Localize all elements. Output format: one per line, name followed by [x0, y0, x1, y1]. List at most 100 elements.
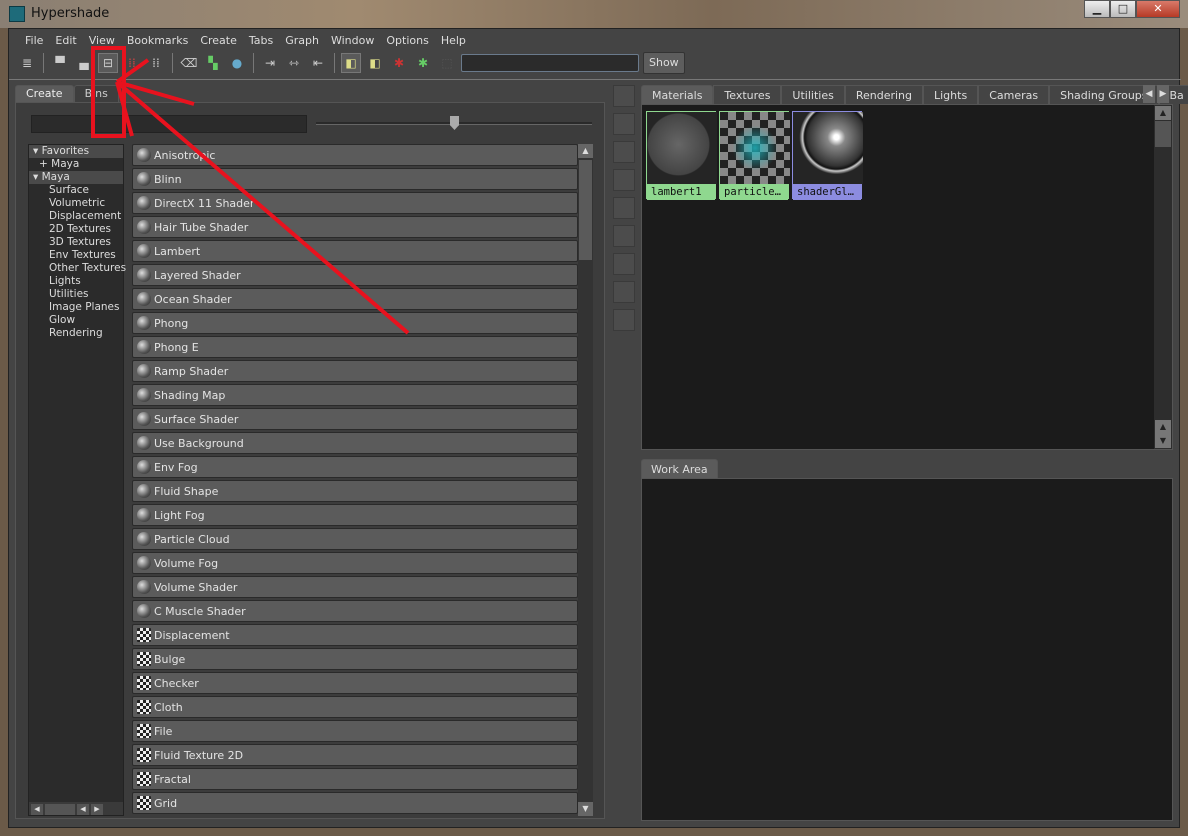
- node-button[interactable]: Bulge: [132, 648, 578, 670]
- node-button[interactable]: Fluid Texture 2D: [132, 744, 578, 766]
- node-button[interactable]: Displacement: [132, 624, 578, 646]
- node-button[interactable]: C Muscle Shader: [132, 600, 578, 622]
- tab-scroll-left-icon[interactable]: ◀: [1143, 85, 1155, 103]
- node-button[interactable]: DirectX 11 Shader: [132, 192, 578, 214]
- node-button[interactable]: Light Fog: [132, 504, 578, 526]
- menu-graph[interactable]: Graph: [279, 34, 325, 48]
- tree-item[interactable]: Glow: [29, 314, 123, 327]
- filter-input[interactable]: [31, 115, 307, 133]
- panel-icon[interactable]: [613, 85, 635, 107]
- menu-view[interactable]: View: [83, 34, 121, 48]
- node-button[interactable]: Ocean Shader: [132, 288, 578, 310]
- node-button[interactable]: Layered Shader: [132, 264, 578, 286]
- node-button[interactable]: File: [132, 720, 578, 742]
- node-search-field[interactable]: [461, 54, 639, 72]
- node-button[interactable]: Phong: [132, 312, 578, 334]
- toggle-swatch-icon[interactable]: ◧: [341, 53, 361, 73]
- scroll-up-arrow[interactable]: ▲: [1155, 106, 1171, 120]
- sort-icon[interactable]: [613, 169, 635, 191]
- tree-item[interactable]: Env Textures: [29, 249, 123, 262]
- outliner-icon[interactable]: ≣: [17, 53, 37, 73]
- input-output-connections-icon[interactable]: ⇿: [284, 53, 304, 73]
- show-button[interactable]: Show: [643, 52, 685, 74]
- node-button[interactable]: Volume Shader: [132, 576, 578, 598]
- tab-create[interactable]: Create: [15, 85, 74, 102]
- menu-tabs[interactable]: Tabs: [243, 34, 279, 48]
- sort-icon[interactable]: [613, 253, 635, 275]
- icon-size-slider[interactable]: [316, 116, 592, 130]
- tree-item[interactable]: Utilities: [29, 288, 123, 301]
- tab-bins[interactable]: Bins: [73, 85, 119, 102]
- menu-help[interactable]: Help: [435, 34, 472, 48]
- scroll-down-arrow[interactable]: ▼: [1155, 434, 1171, 448]
- node-button[interactable]: Lambert: [132, 240, 578, 262]
- output-connections-icon[interactable]: ⇤: [308, 53, 328, 73]
- node-list-scrollbar[interactable]: ▲ ▼: [578, 144, 593, 816]
- input-connections-icon[interactable]: ⇥: [260, 53, 280, 73]
- tree-item[interactable]: 2D Textures: [29, 223, 123, 236]
- material-swatch[interactable]: lambert1: [646, 111, 717, 200]
- tree-item[interactable]: 3D Textures: [29, 236, 123, 249]
- frame-selected-icon[interactable]: ⬚: [437, 53, 457, 73]
- menu-bookmarks[interactable]: Bookmarks: [121, 34, 194, 48]
- tree-item[interactable]: Lights: [29, 275, 123, 288]
- menu-file[interactable]: File: [19, 34, 49, 48]
- scroll-up-arrow[interactable]: ▲: [578, 144, 593, 158]
- tab-textures[interactable]: Textures: [713, 85, 782, 104]
- node-button[interactable]: Use Background: [132, 432, 578, 454]
- node-button[interactable]: Fluid Shape: [132, 480, 578, 502]
- slider-handle[interactable]: [450, 116, 459, 130]
- scroll-thumb[interactable]: [579, 160, 592, 260]
- tree-item[interactable]: ▾ Favorites: [29, 145, 123, 158]
- tab-lights[interactable]: Lights: [923, 85, 979, 104]
- material-swatch[interactable]: particle…: [719, 111, 790, 200]
- tree-item[interactable]: Other Textures: [29, 262, 126, 275]
- previous-graph-icon[interactable]: ⁞⁞: [122, 53, 142, 73]
- panel-icon[interactable]: [613, 225, 635, 247]
- tab-scroll-right-icon[interactable]: ▶: [1157, 85, 1169, 103]
- node-button[interactable]: Checker: [132, 672, 578, 694]
- clear-graph-icon[interactable]: ⌫: [179, 53, 199, 73]
- sort-icon[interactable]: [613, 309, 635, 331]
- simple-view-icon[interactable]: ◧: [365, 53, 385, 73]
- scroll-down-arrow[interactable]: ▼: [578, 802, 593, 816]
- next-graph-icon[interactable]: ⁞⁞: [146, 53, 166, 73]
- tree-item[interactable]: Rendering: [29, 327, 123, 340]
- tree-item[interactable]: + Maya: [29, 158, 123, 171]
- menu-edit[interactable]: Edit: [49, 34, 82, 48]
- tree-item[interactable]: ▾ Maya: [29, 171, 123, 184]
- work-area[interactable]: [641, 478, 1173, 821]
- tree-item[interactable]: Volumetric: [29, 197, 123, 210]
- node-button[interactable]: Shading Map: [132, 384, 578, 406]
- panel-icon[interactable]: [613, 197, 635, 219]
- menu-create[interactable]: Create: [194, 34, 243, 48]
- sort-icon[interactable]: [613, 141, 635, 163]
- maximize-button[interactable]: □: [1110, 0, 1136, 18]
- node-button[interactable]: Particle Cloud: [132, 528, 578, 550]
- menu-window[interactable]: Window: [325, 34, 380, 48]
- tab-cameras[interactable]: Cameras: [978, 85, 1050, 104]
- node-button[interactable]: Grid: [132, 792, 578, 814]
- tree-item[interactable]: Displacement: [29, 210, 123, 223]
- minimize-button[interactable]: ▁: [1084, 0, 1110, 18]
- materials-scrollbar[interactable]: ▲ ▲ ▼: [1154, 105, 1172, 449]
- tree-item[interactable]: Image Planes: [29, 301, 123, 314]
- tree-horizontal-scrollbar[interactable]: ◀ ◀ ▶: [29, 802, 123, 815]
- node-button[interactable]: Cloth: [132, 696, 578, 718]
- tree-item[interactable]: Surface: [29, 184, 123, 197]
- node-button[interactable]: Hair Tube Shader: [132, 216, 578, 238]
- node-button[interactable]: Ramp Shader: [132, 360, 578, 382]
- node-button[interactable]: Volume Fog: [132, 552, 578, 574]
- node-button[interactable]: Blinn: [132, 168, 578, 190]
- rearrange-graph-icon[interactable]: ▚: [203, 53, 223, 73]
- select-upstream-icon[interactable]: ✱: [389, 53, 409, 73]
- material-swatch[interactable]: shaderGl…: [792, 111, 863, 200]
- tab-utilities[interactable]: Utilities: [781, 85, 845, 104]
- graph-materials-icon[interactable]: ●: [227, 53, 247, 73]
- menu-options[interactable]: Options: [380, 34, 434, 48]
- list-view-icon[interactable]: [613, 113, 635, 135]
- tab-materials[interactable]: Materials: [641, 85, 714, 104]
- node-button[interactable]: Surface Shader: [132, 408, 578, 430]
- tab-work-area[interactable]: Work Area: [641, 459, 718, 478]
- sort-icon[interactable]: [613, 281, 635, 303]
